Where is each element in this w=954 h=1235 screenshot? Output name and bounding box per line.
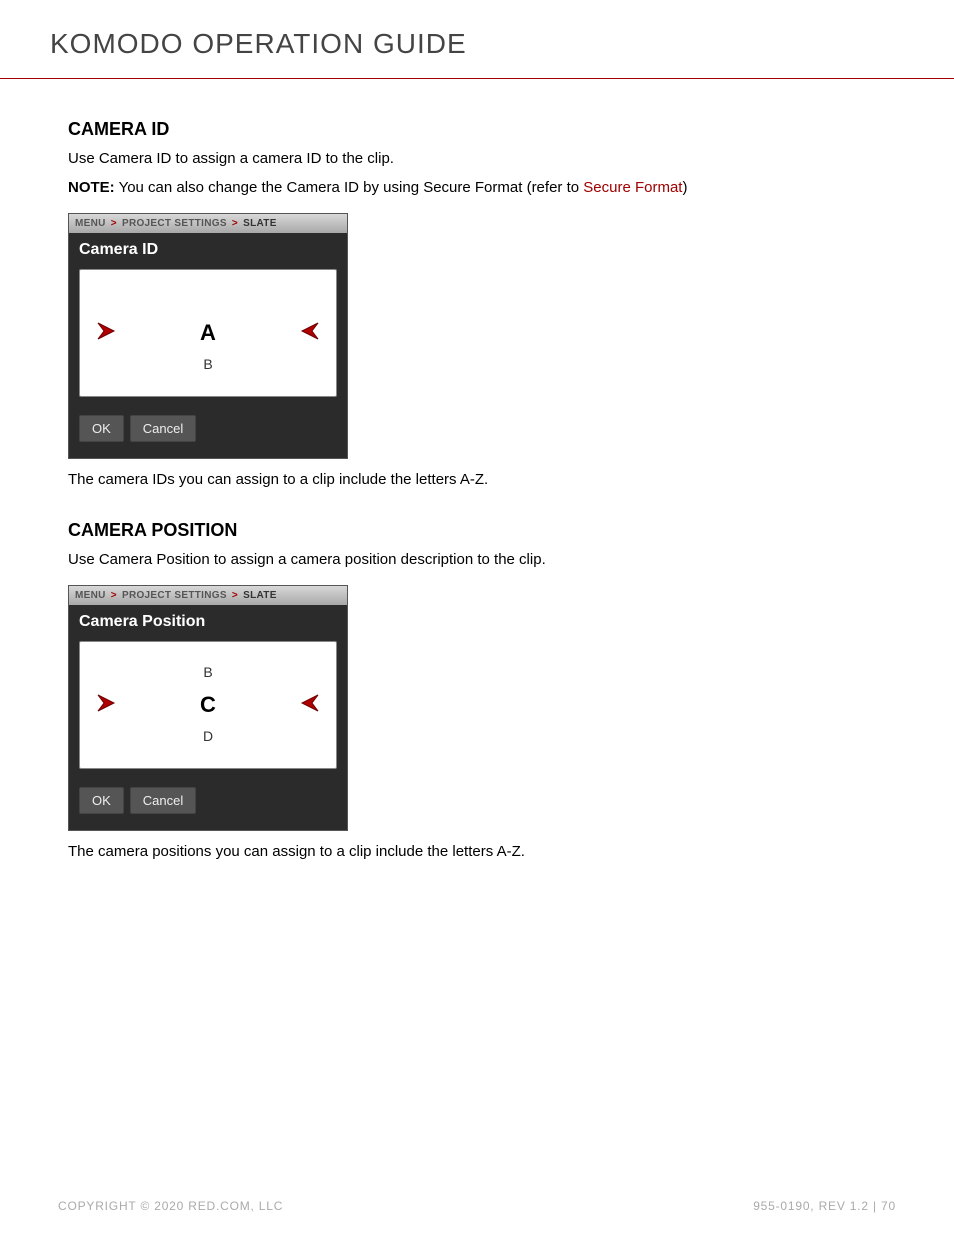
chevron-right-icon: > bbox=[111, 218, 117, 229]
footer-copyright: COPYRIGHT © 2020 RED.COM, LLC bbox=[58, 1199, 283, 1213]
breadcrumb-menu: MENU bbox=[75, 218, 106, 229]
camera-position-heading: CAMERA POSITION bbox=[68, 520, 886, 541]
picker-values: A B bbox=[132, 292, 284, 374]
camera-id-heading: CAMERA ID bbox=[68, 119, 886, 140]
note-text-before: You can also change the Camera ID by usi… bbox=[115, 179, 584, 196]
note-text-after: ) bbox=[682, 179, 687, 196]
cancel-button[interactable]: Cancel bbox=[130, 415, 196, 442]
footer-docid: 955-0190, REV 1.2 | 70 bbox=[753, 1199, 896, 1213]
breadcrumb: MENU > PROJECT SETTINGS > SLATE bbox=[69, 586, 347, 605]
picker-selected: C bbox=[132, 692, 284, 718]
breadcrumb-project-settings: PROJECT SETTINGS bbox=[122, 590, 227, 601]
ok-button[interactable]: OK bbox=[79, 415, 124, 442]
page-title: KOMODO OPERATION GUIDE bbox=[50, 28, 904, 60]
breadcrumb: MENU > PROJECT SETTINGS > SLATE bbox=[69, 214, 347, 233]
page-header: KOMODO OPERATION GUIDE bbox=[0, 0, 954, 70]
chevron-right-icon: > bbox=[232, 590, 238, 601]
content-area: CAMERA ID Use Camera ID to assign a came… bbox=[0, 79, 954, 864]
arrow-right-icon[interactable] bbox=[80, 319, 132, 348]
cancel-button[interactable]: Cancel bbox=[130, 787, 196, 814]
camera-position-caption: The camera positions you can assign to a… bbox=[68, 841, 886, 864]
button-row: OK Cancel bbox=[69, 397, 347, 458]
breadcrumb-project-settings: PROJECT SETTINGS bbox=[122, 218, 227, 229]
arrow-right-icon[interactable] bbox=[80, 691, 132, 720]
arrow-left-icon[interactable] bbox=[284, 691, 336, 720]
picker-selected: A bbox=[132, 320, 284, 346]
picker-above bbox=[132, 292, 284, 310]
camera-position-intro: Use Camera Position to assign a camera p… bbox=[68, 549, 886, 572]
panel-title: Camera Position bbox=[69, 605, 347, 641]
panel-title: Camera ID bbox=[69, 233, 347, 269]
chevron-right-icon: > bbox=[232, 218, 238, 229]
button-row: OK Cancel bbox=[69, 769, 347, 830]
breadcrumb-slate: SLATE bbox=[243, 590, 277, 601]
value-picker[interactable]: A B bbox=[79, 269, 337, 397]
note-label: NOTE: bbox=[68, 179, 115, 196]
picker-below: B bbox=[132, 356, 284, 374]
arrow-left-icon[interactable] bbox=[284, 319, 336, 348]
value-picker[interactable]: B C D bbox=[79, 641, 337, 769]
chevron-right-icon: > bbox=[111, 590, 117, 601]
secure-format-link[interactable]: Secure Format bbox=[583, 179, 682, 196]
camera-position-panel: MENU > PROJECT SETTINGS > SLATE Camera P… bbox=[68, 585, 348, 831]
camera-id-caption: The camera IDs you can assign to a clip … bbox=[68, 469, 886, 492]
breadcrumb-slate: SLATE bbox=[243, 218, 277, 229]
picker-above: B bbox=[132, 664, 284, 682]
picker-below: D bbox=[132, 728, 284, 746]
camera-id-panel: MENU > PROJECT SETTINGS > SLATE Camera I… bbox=[68, 213, 348, 459]
camera-id-note: NOTE: You can also change the Camera ID … bbox=[68, 177, 886, 200]
camera-id-intro: Use Camera ID to assign a camera ID to t… bbox=[68, 148, 886, 171]
page-footer: COPYRIGHT © 2020 RED.COM, LLC 955-0190, … bbox=[0, 1199, 954, 1213]
breadcrumb-menu: MENU bbox=[75, 590, 106, 601]
ok-button[interactable]: OK bbox=[79, 787, 124, 814]
picker-values: B C D bbox=[132, 664, 284, 746]
